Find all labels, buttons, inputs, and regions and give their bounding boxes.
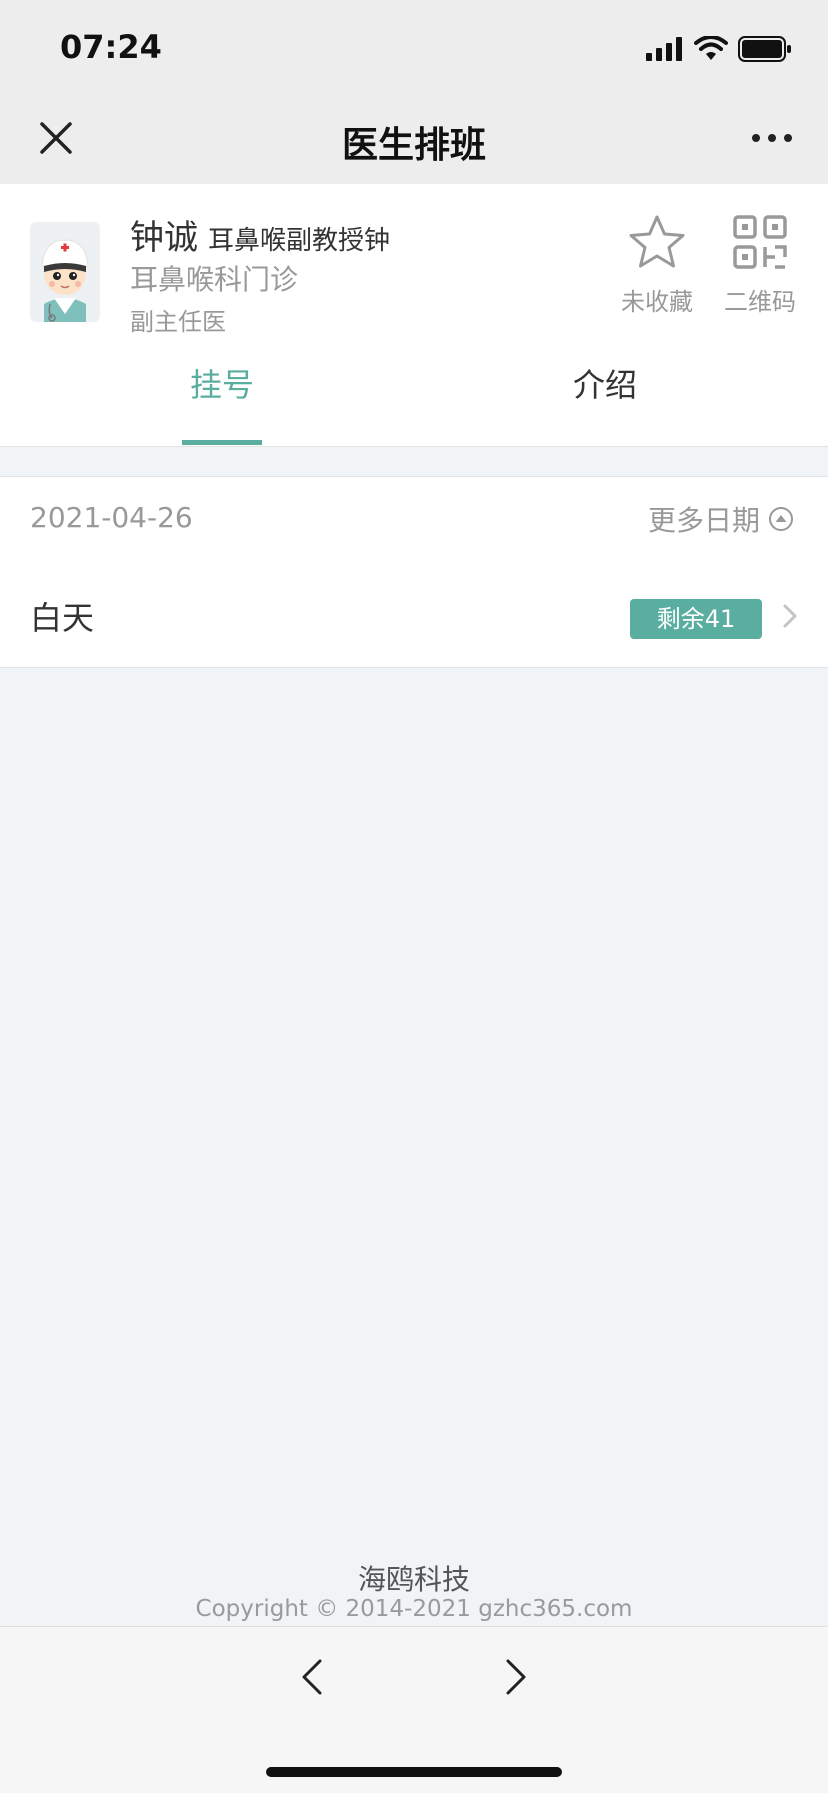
more-dates-label: 更多日期 bbox=[647, 504, 760, 537]
footer-brand: 海鸥科技 bbox=[357, 1563, 470, 1596]
slot-period: 白天 bbox=[30, 599, 95, 637]
signal-icon bbox=[646, 37, 682, 61]
doctor-department: 耳鼻喉科门诊 bbox=[130, 263, 299, 296]
page-title: 医生排班 bbox=[341, 125, 486, 166]
doctor-card: 钟诚 耳鼻喉副教授钟 耳鼻喉科门诊 副主任医 未收藏 二维码 挂号 介绍 bbox=[0, 184, 828, 447]
active-tab-indicator bbox=[182, 440, 262, 445]
status-time: 07:24 bbox=[60, 28, 162, 66]
browser-toolbar bbox=[0, 1626, 828, 1793]
schedule-date: 2021-04-26 bbox=[30, 501, 193, 534]
doctor-avatar-illustration bbox=[30, 222, 100, 322]
doctor-name: 钟诚 bbox=[130, 218, 198, 258]
forward-arrow-icon[interactable] bbox=[500, 1657, 530, 1697]
doctor-name-row: 钟诚 耳鼻喉副教授钟 bbox=[130, 210, 390, 259]
top-bar: 07:24 医生排班 bbox=[0, 0, 828, 184]
more-dates-button[interactable]: 更多日期 bbox=[648, 499, 794, 539]
wifi-icon bbox=[694, 36, 728, 60]
favorite-label: 未收藏 bbox=[621, 288, 693, 316]
footer-copyright: Copyright © 2014-2021 gzhc365.com bbox=[195, 1596, 633, 1622]
chevron-up-circle-icon bbox=[769, 507, 793, 531]
battery-icon bbox=[738, 36, 791, 62]
status-icons bbox=[646, 36, 792, 62]
schedule-slot-row[interactable]: 白天 剩余41 bbox=[0, 563, 828, 668]
chevron-right-icon bbox=[783, 604, 797, 628]
tab-introduction[interactable]: 介绍 bbox=[540, 334, 670, 444]
qrcode-button[interactable]: 二维码 bbox=[720, 214, 800, 317]
more-icon[interactable] bbox=[750, 130, 794, 146]
tab-register[interactable]: 挂号 bbox=[160, 334, 284, 444]
favorite-button[interactable]: 未收藏 bbox=[614, 214, 700, 317]
doctor-avatar bbox=[30, 222, 100, 322]
qrcode-label: 二维码 bbox=[724, 288, 796, 316]
tab-bar: 挂号 介绍 bbox=[0, 334, 828, 447]
doctor-rank: 副主任医 bbox=[130, 308, 226, 336]
doctor-title: 耳鼻喉副教授钟 bbox=[208, 226, 391, 256]
star-icon bbox=[629, 215, 685, 268]
date-row: 2021-04-26 更多日期 bbox=[0, 476, 828, 564]
remaining-badge: 剩余41 bbox=[630, 599, 762, 639]
qrcode-icon bbox=[733, 215, 787, 269]
back-arrow-icon[interactable] bbox=[298, 1657, 328, 1697]
home-indicator bbox=[266, 1767, 562, 1777]
